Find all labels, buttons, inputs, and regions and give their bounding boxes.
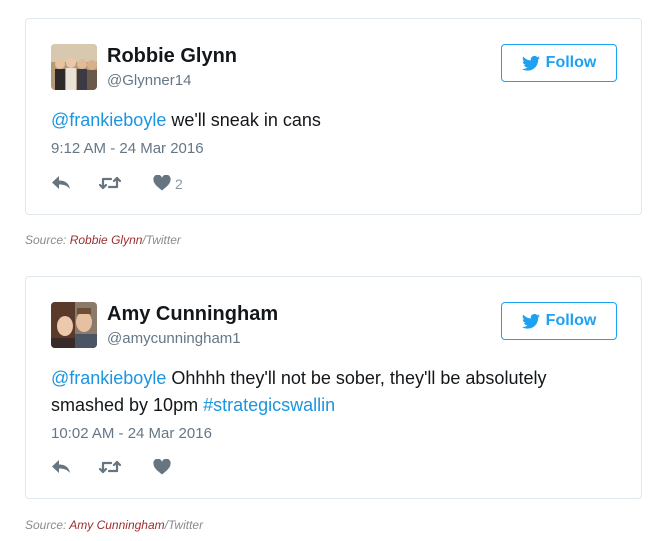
tweet-body: we'll sneak in cans [166,110,321,130]
author-name[interactable]: Robbie Glynn [107,45,237,68]
tweet-text: @frankieboyle we'll sneak in cans [51,107,611,134]
source-prefix: Source: [25,518,70,532]
follow-label: Follow [545,312,597,329]
mention-link[interactable]: @frankieboyle [51,110,166,130]
heart-icon [153,458,171,478]
tweet-card: Amy Cunningham @amycunningham1 Follow @f… [25,276,642,499]
retweet-button[interactable] [98,175,153,194]
tweet-card: Robbie Glynn @Glynner14 Follow @frankieb… [25,18,642,215]
reply-button[interactable] [51,459,99,478]
source-caption: Source: Robbie Glynn/Twitter [25,233,181,247]
source-suffix: /Twitter [164,518,204,532]
avatar[interactable] [51,44,97,90]
reply-button[interactable] [51,175,99,194]
retweet-icon [98,459,122,478]
tweet-timestamp[interactable]: 10:02 AM - 24 Mar 2016 [51,425,212,442]
source-name-link[interactable]: Robbie Glynn [70,233,143,247]
source-suffix: /Twitter [142,233,181,247]
source-prefix: Source: [25,233,70,247]
tweet-timestamp[interactable]: 9:12 AM - 24 Mar 2016 [51,140,204,157]
follow-button[interactable]: Follow [501,44,617,82]
author-handle[interactable]: @amycunningham1 [107,330,241,347]
reply-icon [51,175,71,194]
like-count: 2 [175,176,183,192]
like-button[interactable]: 2 [153,174,183,194]
retweet-icon [98,175,122,194]
avatar[interactable] [51,302,97,348]
source-caption: Source: Amy Cunningham/Twitter [25,518,203,532]
retweet-button[interactable] [98,459,153,478]
follow-button[interactable]: Follow [501,302,617,340]
source-name-link[interactable]: Amy Cunningham [69,518,164,532]
twitter-bird-icon [521,313,540,329]
tweet-text: @frankieboyle Ohhhh they'll not be sober… [51,365,611,419]
mention-link[interactable]: @frankieboyle [51,368,166,388]
heart-icon [153,174,171,194]
tweet-actions: 2 [51,174,183,194]
tweet-actions [51,458,175,478]
reply-icon [51,459,71,478]
like-button[interactable] [153,458,175,478]
twitter-bird-icon [521,55,540,71]
author-name[interactable]: Amy Cunningham [107,303,278,326]
follow-label: Follow [545,54,597,71]
hashtag-link[interactable]: #strategicswallin [203,395,335,415]
author-handle[interactable]: @Glynner14 [107,72,191,89]
